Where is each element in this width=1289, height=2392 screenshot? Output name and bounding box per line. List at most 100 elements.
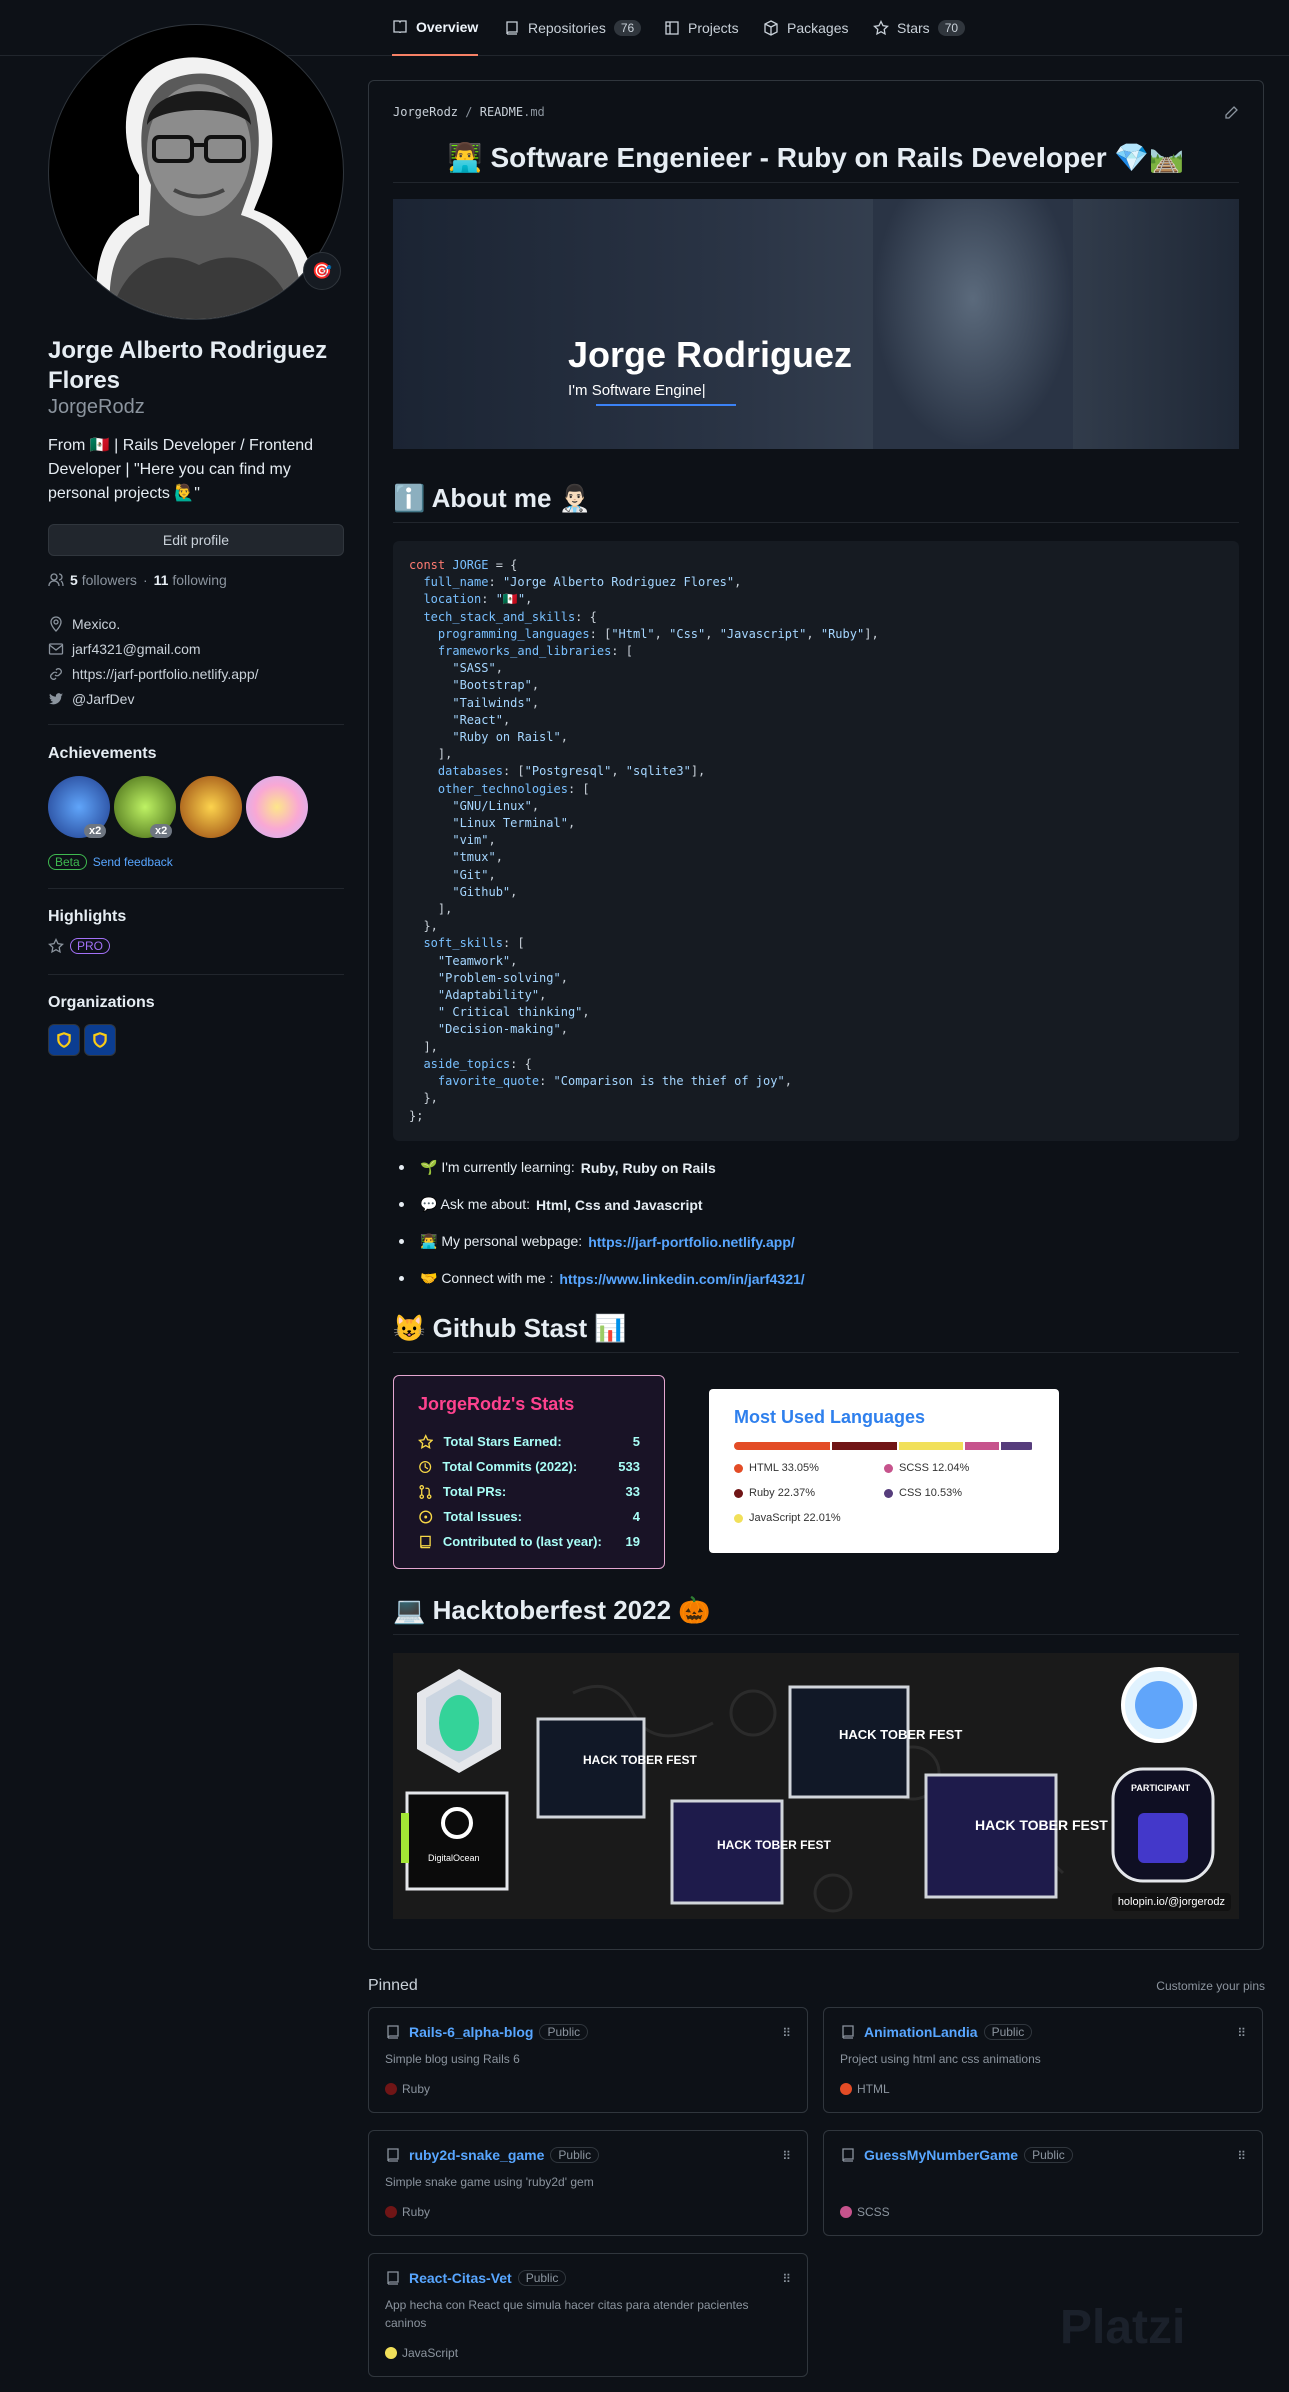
status-emoji[interactable]: 🎯 [303,252,341,290]
list-item: 🌱 I'm currently learning: Ruby, Ruby on … [399,1159,716,1176]
badge-count: x2 [150,824,173,838]
pr-icon [419,1484,432,1499]
webpage-link[interactable]: https://jarf-portfolio.netlify.app/ [588,1234,795,1250]
divider [48,974,344,975]
repo-description: Project using html anc css animations [840,2052,1041,2066]
banner-underline [596,404,736,406]
send-feedback-link[interactable]: Send feedback [93,855,173,869]
stat-row: Contributed to (last year): 19 [418,1529,640,1554]
email-link[interactable]: jarf4321@gmail.com [72,641,201,657]
followers-link[interactable]: 5 followers [70,572,137,588]
twitter-icon [49,693,63,705]
profile-full-name: Jorge Alberto Rodriguez Flores [48,337,328,394]
book-icon [393,20,407,34]
hacktoberfest-badges: HACK TOBER FEST HACK TOBER FEST HACK TOB… [393,1653,1239,1919]
customize-pins-link[interactable]: Customize your pins [1156,1979,1265,1993]
linkedin-link[interactable]: https://www.linkedin.com/in/jarf4321/ [559,1271,804,1287]
stars-count: 70 [937,20,966,36]
drag-handle-icon[interactable]: ⠿ [782,2026,791,2040]
language-legend-item: Ruby 22.37% [734,1487,815,1499]
pro-row: PRO [48,938,111,954]
tab-stars[interactable]: Stars 70 [873,0,966,56]
star-icon [873,20,889,36]
badge-yolo[interactable] [246,776,308,838]
repo-name-link[interactable]: Rails-6_alpha-blog [409,2024,533,2040]
pinned-repo-card[interactable]: ruby2d-snake_game Public ⠿ Simple snake g… [368,2130,808,2236]
badge-text: DigitalOcean [428,1853,480,1863]
repo-icon [387,2148,399,2162]
visibility-badge: Public [1024,2147,1073,2163]
beta-row: Beta Send feedback [48,854,173,870]
tab-overview[interactable]: Overview [392,0,479,56]
link-icon [50,668,62,680]
badge-quickdraw[interactable] [180,776,242,838]
readme-owner-link[interactable]: JorgeRodz [393,105,458,119]
readme-title: 👨‍💻 Software Engenieer - Ruby on Rails D… [393,141,1239,183]
website-link[interactable]: https://jarf-portfolio.netlify.app/ [72,666,259,682]
repo-name-link[interactable]: React-Citas-Vet [409,2270,512,2286]
stats-heading: 😺 Github Stast 📊 [393,1313,1239,1353]
tab-label: Packages [787,20,849,36]
badge-count: x2 [84,824,107,838]
tab-projects[interactable]: Projects [664,0,739,56]
repo-name-link[interactable]: GuessMyNumberGame [864,2147,1018,2163]
issue-icon [419,1510,433,1523]
avatar[interactable] [48,24,344,320]
repo-icon [842,2148,854,2162]
drag-handle-icon[interactable]: ⠿ [1237,2026,1246,2040]
twitter-link[interactable]: @JarfDev [72,691,134,707]
follow-stats: 5 followers · 11 following [48,572,227,588]
languages-legend: HTML 33.05% Ruby 22.37% JavaScript 22.01% S… [734,1462,1034,1532]
pinned-repo-card[interactable]: GuessMyNumberGame Public ⠿ SCSS [823,2130,1263,2236]
languages-card: Most Used Languages HTML 33.05% Ruby 22.3… [709,1389,1059,1553]
repo-name-link[interactable]: AnimationLandia [864,2024,978,2040]
platzi-watermark: Platzi [1060,2301,1186,2354]
list-item: 💬 Ask me about: Html, Css and Javascript [399,1196,703,1213]
email: jarf4321@gmail.com [48,641,201,657]
repo-name-link[interactable]: ruby2d-snake_game [409,2147,544,2163]
drag-handle-icon[interactable]: ⠿ [782,2272,791,2286]
stat-label: Total Stars Earned: [443,1434,562,1449]
banner-photo [873,199,1073,449]
repo-language: SCSS [840,2205,890,2219]
divider [48,724,344,725]
star-icon [48,938,64,954]
holopin-link[interactable]: holopin.io/@jorgerodz [1111,1893,1231,1911]
readme-banner: Jorge Rodriguez I'm Software Engine| [393,199,1239,449]
pencil-icon[interactable] [1223,105,1239,121]
profile-login: JorgeRodz [48,396,145,418]
org-avatar[interactable] [48,1024,80,1056]
stat-value: 19 [625,1534,640,1549]
repo-icon [506,21,518,35]
badge-text: HACK TOBER FEST [583,1753,697,1767]
organizations-heading: Organizations [48,994,155,1011]
edit-profile-button[interactable]: Edit profile [48,524,344,556]
badge-text: HACK TOBER FEST [717,1838,831,1852]
pinned-repo-card[interactable]: Rails-6_alpha-blog Public ⠿ Simple blog u… [368,2007,808,2113]
tab-repositories[interactable]: Repositories 76 [504,0,642,56]
pinned-repo-card[interactable]: React-Citas-Vet Public ⠿ App hecha con Re… [368,2253,808,2377]
about-heading: ℹ️ About me 👨🏻‍⚕️ [393,483,1239,523]
visibility-badge: Public [517,2270,567,2286]
tab-packages[interactable]: Packages [763,0,848,56]
visibility-badge: Public [550,2147,600,2163]
shield-icon [93,1032,107,1048]
tab-label: Projects [688,20,739,36]
badge-text: HACK TOBER FEST [839,1727,963,1742]
github-stats-card: JorgeRodz's Stats Total Stars Earned: 5 To… [393,1375,665,1569]
pinned-repo-card[interactable]: AnimationLandia Public ⠿ Project using ht… [823,2007,1263,2113]
divider [48,888,344,889]
stat-row: Total PRs: 33 [418,1479,640,1504]
website: https://jarf-portfolio.netlify.app/ [48,666,259,682]
org-avatar[interactable] [84,1024,116,1056]
twitter: @JarfDev [48,691,134,707]
drag-handle-icon[interactable]: ⠿ [782,2149,791,2163]
repo-description: Simple blog using Rails 6 [385,2052,520,2066]
drag-handle-icon[interactable]: ⠿ [1237,2149,1246,2163]
following-link[interactable]: 11 following [154,572,227,588]
project-icon [665,21,679,35]
readme-box: JorgeRodz / README.md 👨‍💻 Software Engen… [368,80,1264,1950]
badge-text: HACK TOBER FEST [975,1817,1108,1833]
language-bar-segment [734,1442,830,1450]
repo-count: 76 [613,20,642,36]
